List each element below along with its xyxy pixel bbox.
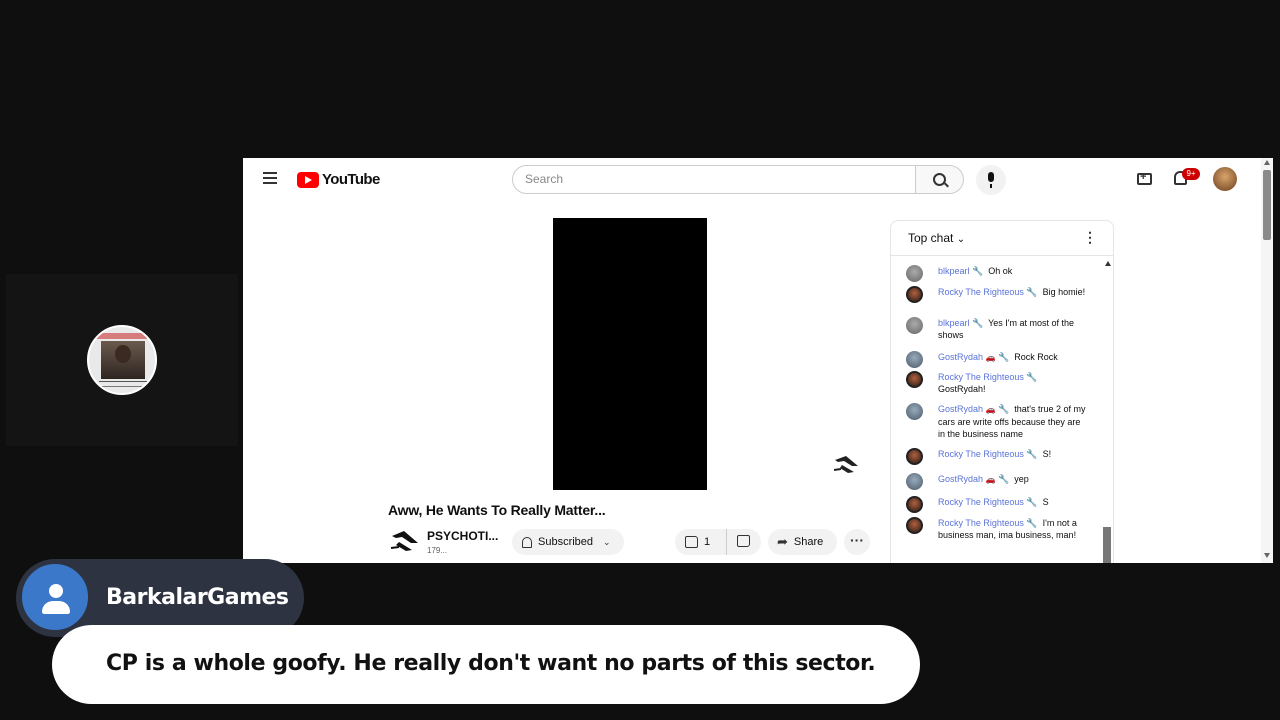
streamer-avatar (87, 325, 157, 395)
chat-message: GostRydah 🚗 🔧 yep (906, 473, 1086, 490)
channel-logo-icon[interactable] (390, 526, 420, 554)
stream-canvas: YouTube Search 9+ Aww, He Wants To Reall… (0, 0, 1280, 720)
search-input[interactable]: Search (512, 165, 916, 194)
thumbnail-banner (95, 333, 151, 339)
car-emoji-icon: 🚗 (985, 353, 996, 362)
subscribed-label: Subscribed (538, 536, 594, 548)
moderator-wrench-icon: 🔧 (998, 474, 1010, 484)
chat-options-icon[interactable]: ⋮ (1083, 229, 1097, 246)
chat-message: GostRydah 🚗 🔧 that's true 2 of my cars a… (906, 403, 1086, 440)
dislike-button[interactable] (727, 534, 750, 550)
youtube-logo[interactable]: YouTube (297, 171, 380, 188)
video-title: Aww, He Wants To Really Matter... (388, 502, 606, 518)
chevron-down-icon: ⌄ (603, 536, 611, 547)
chat-avatar (906, 265, 923, 282)
subscription-bell-icon (522, 536, 532, 548)
thumbnail-caption-lines (99, 381, 147, 387)
scroll-up-arrow[interactable] (1264, 160, 1270, 165)
youtube-play-icon (297, 171, 319, 188)
chat-message: Rocky The Righteous 🔧 Big homie! (906, 286, 1086, 303)
moderator-wrench-icon: 🔧 (972, 266, 984, 276)
like-button[interactable]: 1 (675, 529, 727, 555)
chat-message: blkpearl 🔧 Oh ok (906, 265, 1086, 282)
more-actions-button[interactable]: ··· (844, 529, 870, 555)
chat-avatar (906, 517, 923, 534)
chat-header: Top chat ⌄ ⋮ (891, 221, 1113, 256)
youtube-window: YouTube Search 9+ Aww, He Wants To Reall… (243, 158, 1273, 563)
chat-scroll-up-arrow[interactable] (1105, 261, 1111, 266)
voice-search-mic-icon[interactable] (976, 165, 1006, 195)
chat-message: blkpearl 🔧 Yes I'm at most of the shows (906, 317, 1086, 341)
like-dislike-group: 1 (675, 529, 761, 555)
moderator-wrench-icon: 🔧 (998, 404, 1010, 414)
subscribed-button[interactable]: Subscribed ⌄ (512, 529, 624, 555)
chat-message: Rocky The Righteous 🔧 S! (906, 448, 1086, 465)
chat-mode-dropdown[interactable]: Top chat ⌄ (908, 231, 965, 245)
chat-message: Rocky The Righteous 🔧 GostRydah! (906, 371, 1086, 395)
account-avatar[interactable] (1213, 167, 1237, 191)
moderator-wrench-icon: 🔧 (972, 318, 984, 328)
car-emoji-icon: 🚗 (985, 475, 996, 484)
menu-icon[interactable] (263, 172, 277, 184)
moderator-wrench-icon: 🔧 (1026, 518, 1038, 528)
channel-name[interactable]: PSYCHOTI... (427, 529, 498, 543)
page-scrollbar-thumb[interactable] (1263, 170, 1271, 240)
chat-avatar (906, 473, 923, 490)
moderator-wrench-icon: 🔧 (1026, 372, 1038, 382)
share-arrow-icon: ➦ (777, 534, 788, 549)
car-emoji-icon: 🚗 (985, 405, 996, 414)
youtube-logo-text: YouTube (322, 171, 380, 188)
notification-badge: 9+ (1182, 168, 1200, 180)
scroll-down-arrow[interactable] (1264, 553, 1270, 558)
chevron-down-icon: ⌄ (956, 234, 966, 245)
like-count: 1 (704, 536, 711, 548)
video-player[interactable] (553, 218, 707, 490)
chat-avatar (906, 403, 923, 420)
chat-message: GostRydah 🚗 🔧 Rock Rock (906, 351, 1086, 368)
chat-scrollbar-thumb[interactable] (1103, 527, 1111, 563)
thumbs-down-icon (737, 534, 750, 547)
chat-avatar (906, 317, 923, 334)
search-button[interactable] (916, 165, 964, 194)
featured-comment-bubble: CP is a whole goofy. He really don't wan… (52, 625, 920, 704)
moderator-wrench-icon: 🔧 (998, 352, 1010, 362)
live-chat-panel: Top chat ⌄ ⋮ blkpearl 🔧 Oh ok Rocky The … (890, 220, 1114, 563)
chat-avatar (906, 286, 923, 303)
commenter-avatar (20, 562, 90, 632)
page-scrollbar[interactable] (1261, 158, 1273, 563)
moderator-wrench-icon: 🔧 (1026, 449, 1038, 459)
youtube-header: YouTube Search 9+ (243, 158, 1273, 200)
create-video-icon[interactable] (1137, 171, 1152, 185)
chat-message: Rocky The Righteous 🔧 S (906, 496, 1086, 513)
chat-avatar (906, 351, 923, 368)
chat-message: Rocky The Righteous 🔧 I'm not a business… (906, 517, 1086, 541)
chat-avatar (906, 496, 923, 513)
chat-avatar (906, 448, 923, 465)
share-label: Share (793, 536, 824, 548)
featured-comment-text: CP is a whole goofy. He really don't wan… (106, 651, 876, 676)
channel-subscriber-count: 179... (427, 546, 448, 555)
channel-watermark-icon[interactable] (832, 452, 862, 476)
share-button[interactable]: ➦ Share (768, 529, 837, 555)
thumbs-up-icon (685, 536, 698, 548)
moderator-wrench-icon: 🔧 (1026, 287, 1038, 297)
person-icon (49, 584, 63, 598)
thumbnail-face (101, 341, 145, 379)
commenter-name: BarkalarGames (106, 585, 289, 610)
moderator-wrench-icon: 🔧 (1026, 497, 1038, 507)
chat-avatar (906, 371, 923, 388)
